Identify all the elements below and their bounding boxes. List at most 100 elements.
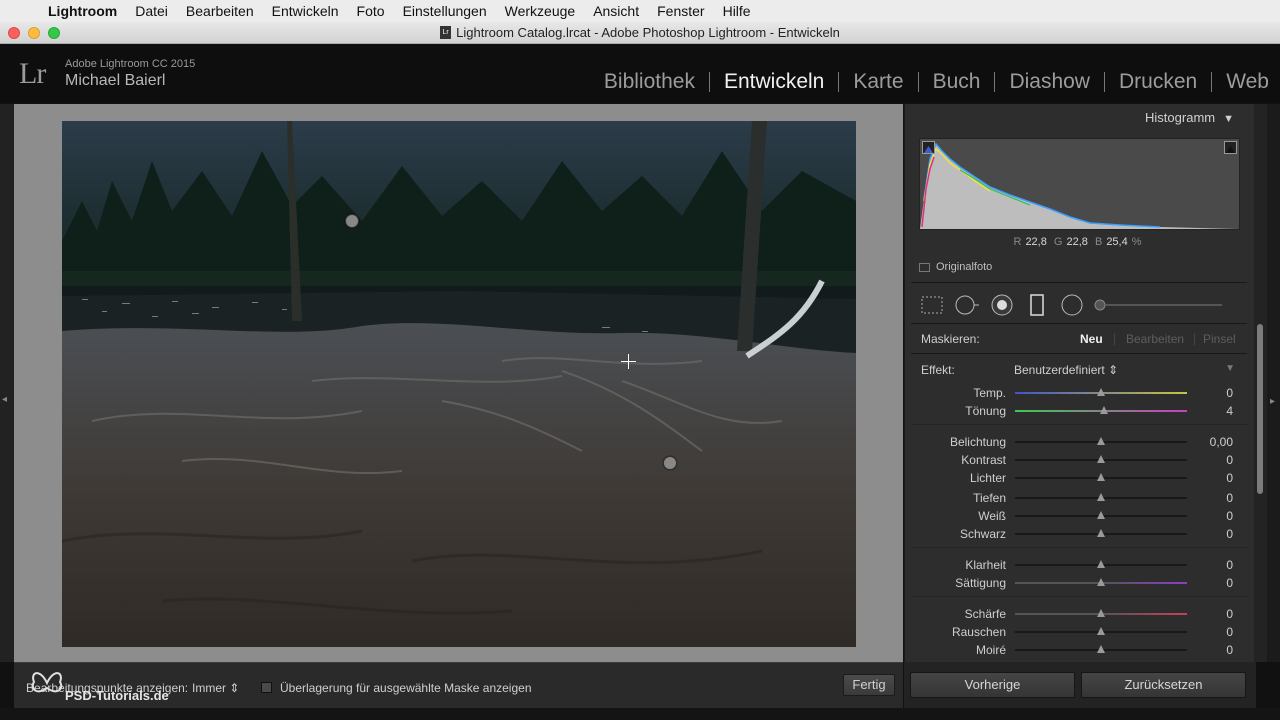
slider-thumb[interactable] xyxy=(1097,609,1105,617)
slider-row: Lichter 0 xyxy=(905,469,1247,487)
right-panel-edge[interactable]: ▸ xyxy=(1267,104,1280,662)
menu-hilfe[interactable]: Hilfe xyxy=(714,3,760,19)
slider-row: Tönung 4 xyxy=(905,402,1247,420)
mask-edit-button[interactable]: Bearbeiten xyxy=(1126,332,1184,346)
slider-thumb[interactable] xyxy=(1097,560,1105,568)
minimize-window-button[interactable] xyxy=(28,27,40,39)
percent-unit: % xyxy=(1131,236,1142,248)
slider-row: Sättigung 0 xyxy=(905,574,1247,592)
b-value: 25,4 xyxy=(1106,236,1128,248)
slider-value[interactable]: 0 xyxy=(1226,527,1233,541)
menu-datei[interactable]: Datei xyxy=(126,3,177,19)
menu-ansicht[interactable]: Ansicht xyxy=(584,3,648,19)
overlay-label[interactable]: Überlagerung für ausgewählte Maske anzei… xyxy=(280,681,532,695)
module-web[interactable]: Web xyxy=(1212,70,1269,94)
slider-label: Schwarz xyxy=(959,527,1006,541)
slider-value[interactable]: 4 xyxy=(1226,404,1233,418)
radial-filter-icon[interactable] xyxy=(1059,292,1085,318)
zoom-window-button[interactable] xyxy=(48,27,60,39)
window-titlebar: Lr Lightroom Catalog.lrcat - Adobe Photo… xyxy=(0,22,1280,44)
reset-button[interactable]: Zurücksetzen xyxy=(1081,672,1246,698)
collapse-right-panel-icon[interactable]: ▸ xyxy=(1270,396,1275,407)
original-photo-toggle[interactable]: Originalfoto xyxy=(919,261,992,273)
collapse-triangle-icon[interactable]: ▼ xyxy=(1223,113,1234,125)
edit-point-pin[interactable] xyxy=(663,456,677,470)
module-diashow[interactable]: Diashow xyxy=(995,70,1104,94)
slider-value[interactable]: 0 xyxy=(1226,576,1233,590)
shadow-clipping-toggle[interactable] xyxy=(922,141,935,154)
slider-thumb[interactable] xyxy=(1097,455,1105,463)
slider-label: Sättigung xyxy=(955,576,1006,590)
module-drucken[interactable]: Drucken xyxy=(1105,70,1211,94)
slider-label: Moiré xyxy=(975,643,1006,657)
menu-foto[interactable]: Foto xyxy=(348,3,394,19)
panel-button-bar: Vorherige Zurücksetzen xyxy=(904,662,1256,708)
slider-thumb[interactable] xyxy=(1097,473,1105,481)
slider-value[interactable]: 0 xyxy=(1226,453,1233,467)
slider-thumb[interactable] xyxy=(1097,493,1105,501)
red-eye-icon[interactable] xyxy=(989,292,1015,318)
document-icon: Lr xyxy=(440,26,452,39)
slider-thumb[interactable] xyxy=(1097,578,1105,586)
overlay-checkbox[interactable] xyxy=(261,682,272,693)
right-panel-scrollbar[interactable] xyxy=(1254,104,1267,662)
mask-brush-button[interactable]: Pinsel xyxy=(1203,332,1236,346)
lightroom-logo: Lr xyxy=(19,57,46,90)
expand-left-panel-icon[interactable]: ◂ xyxy=(2,394,7,405)
edit-points-select[interactable]: Immer ⇕ xyxy=(192,681,239,695)
slider-value[interactable]: 0 xyxy=(1226,607,1233,621)
window-title: Lightroom Catalog.lrcat - Adobe Photosho… xyxy=(456,25,840,40)
slider-thumb[interactable] xyxy=(1097,388,1105,396)
slider-value[interactable]: 0 xyxy=(1226,491,1233,505)
previous-button[interactable]: Vorherige xyxy=(910,672,1075,698)
slider-value[interactable]: 0 xyxy=(1226,509,1233,523)
slider-thumb[interactable] xyxy=(1097,645,1105,653)
slider-thumb[interactable] xyxy=(1097,511,1105,519)
histogram-graph xyxy=(920,142,1239,229)
slider-value[interactable]: 0 xyxy=(1226,643,1233,657)
slider-label: Schärfe xyxy=(964,607,1006,621)
slider-row: Rauschen 0 xyxy=(905,623,1247,641)
effect-preset-select[interactable]: Benutzerdefiniert ⇕ xyxy=(1014,363,1118,377)
slider-value[interactable]: 0 xyxy=(1226,625,1233,639)
slider-value[interactable]: 0,00 xyxy=(1210,435,1233,449)
slider-value[interactable]: 0 xyxy=(1226,471,1233,485)
image-canvas[interactable] xyxy=(14,104,903,662)
slider-thumb[interactable] xyxy=(1097,627,1105,635)
menu-bearbeiten[interactable]: Bearbeiten xyxy=(177,3,263,19)
photo-preview[interactable] xyxy=(62,121,856,647)
slider-thumb[interactable] xyxy=(1097,437,1105,445)
graduated-filter-icon[interactable] xyxy=(1024,292,1050,318)
module-bibliothek[interactable]: Bibliothek xyxy=(590,70,709,94)
done-button[interactable]: Fertig xyxy=(843,674,895,696)
histogram-header[interactable]: Histogramm ▼ xyxy=(905,104,1250,132)
menu-werkzeuge[interactable]: Werkzeuge xyxy=(496,3,585,19)
edit-point-pin[interactable] xyxy=(345,214,359,228)
mask-new-button[interactable]: Neu xyxy=(1080,332,1103,346)
module-buch[interactable]: Buch xyxy=(919,70,995,94)
mask-row: Maskieren: Neu Bearbeiten Pinsel xyxy=(921,332,1247,346)
slider-thumb[interactable] xyxy=(1100,406,1109,414)
slider-thumb[interactable] xyxy=(1097,529,1105,537)
adjustment-brush-icon[interactable] xyxy=(1094,292,1224,318)
scrollbar-thumb[interactable] xyxy=(1257,324,1263,494)
highlight-clipping-toggle[interactable] xyxy=(1224,141,1237,154)
histogram[interactable] xyxy=(919,138,1240,230)
effect-collapse-icon[interactable]: ▼ xyxy=(1225,363,1235,374)
menu-einstellungen[interactable]: Einstellungen xyxy=(394,3,496,19)
menu-app[interactable]: Lightroom xyxy=(46,3,126,19)
slider-value[interactable]: 0 xyxy=(1226,386,1233,400)
histogram-readout: R 22,8 G 22,8 B 25,4% xyxy=(905,236,1250,248)
left-panel-collapsed[interactable]: ◂ xyxy=(0,104,14,662)
module-entwickeln[interactable]: Entwickeln xyxy=(710,70,838,94)
filmstrip-edge xyxy=(0,708,1280,720)
module-karte[interactable]: Karte xyxy=(839,70,917,94)
menu-entwickeln[interactable]: Entwickeln xyxy=(263,3,348,19)
slider-value[interactable]: 0 xyxy=(1226,558,1233,572)
close-window-button[interactable] xyxy=(8,27,20,39)
original-photo-checkbox[interactable] xyxy=(919,262,930,272)
spot-removal-icon[interactable] xyxy=(954,292,980,318)
effect-row: Effekt: Benutzerdefiniert ⇕ ▼ xyxy=(921,363,1247,377)
crop-tool-icon[interactable] xyxy=(919,292,945,318)
menu-fenster[interactable]: Fenster xyxy=(648,3,713,19)
